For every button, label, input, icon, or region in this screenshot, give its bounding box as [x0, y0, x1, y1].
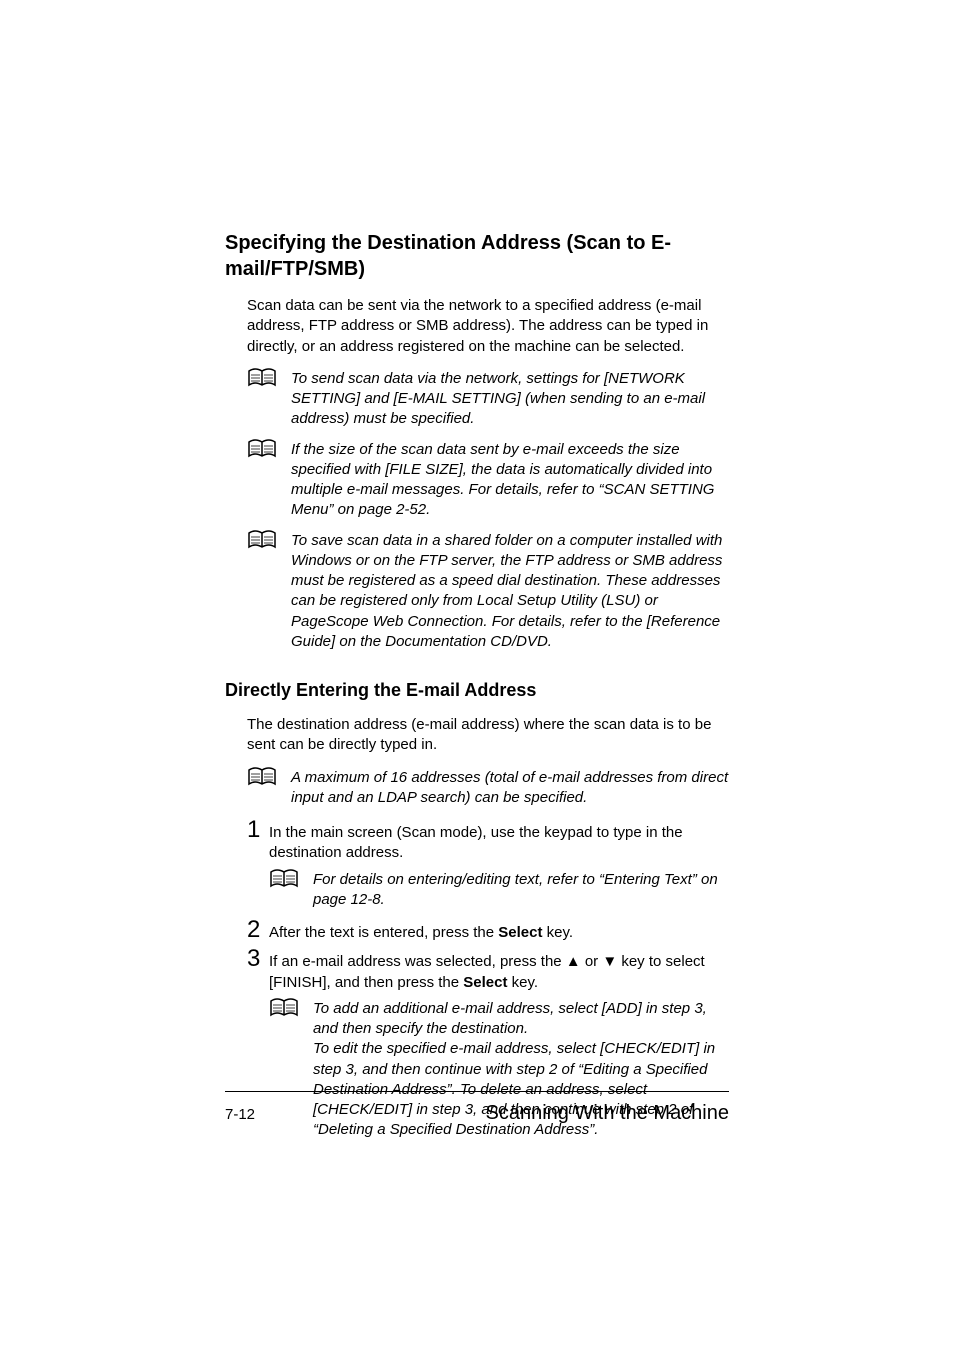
- note-block: A maximum of 16 addresses (total of e-ma…: [247, 768, 729, 809]
- step-text: After the text is entered, press the Sel…: [269, 918, 573, 943]
- book-icon: [247, 766, 277, 793]
- note-block: To send scan data via the network, setti…: [247, 369, 729, 430]
- subsection-heading: Directly Entering the E-mail Address: [225, 680, 729, 701]
- section-heading: Specifying the Destination Address (Scan…: [225, 230, 729, 282]
- text-fragment: key.: [507, 974, 538, 991]
- note-text: For details on entering/editing text, re…: [313, 870, 729, 911]
- page-number: 7-12: [225, 1106, 255, 1123]
- book-icon: [247, 438, 277, 465]
- chapter-title: Scanning With the Machine: [486, 1102, 729, 1125]
- book-icon: [269, 997, 299, 1024]
- bold-key: Select: [498, 924, 542, 941]
- book-icon: [247, 367, 277, 394]
- intro-paragraph: The destination address (e-mail address)…: [247, 715, 729, 756]
- note-block: To save scan data in a shared folder on …: [247, 531, 729, 653]
- note-block: If the size of the scan data sent by e-m…: [247, 440, 729, 521]
- page-footer: 7-12 Scanning With the Machine: [225, 1091, 729, 1125]
- note-text: If the size of the scan data sent by e-m…: [291, 440, 729, 521]
- step-number: 3: [247, 947, 269, 971]
- note-text: To send scan data via the network, setti…: [291, 369, 729, 430]
- step-text: In the main screen (Scan mode), use the …: [269, 818, 729, 864]
- footer-divider: [225, 1091, 729, 1092]
- page-content: Specifying the Destination Address (Scan…: [0, 0, 954, 1141]
- step-3: 3 If an e-mail address was selected, pre…: [247, 947, 729, 993]
- step-1: 1 In the main screen (Scan mode), use th…: [247, 818, 729, 864]
- bold-key: Select: [463, 974, 507, 991]
- step-number: 1: [247, 818, 269, 842]
- note-text: To save scan data in a shared folder on …: [291, 531, 729, 653]
- step-note: For details on entering/editing text, re…: [269, 870, 729, 911]
- intro-paragraph: Scan data can be sent via the network to…: [247, 296, 729, 357]
- text-fragment: key.: [543, 924, 574, 941]
- step-text: If an e-mail address was selected, press…: [269, 947, 729, 993]
- book-icon: [247, 529, 277, 556]
- note-text: A maximum of 16 addresses (total of e-ma…: [291, 768, 729, 809]
- step-2: 2 After the text is entered, press the S…: [247, 918, 729, 943]
- text-fragment: After the text is entered, press the: [269, 924, 498, 941]
- step-number: 2: [247, 918, 269, 942]
- book-icon: [269, 868, 299, 895]
